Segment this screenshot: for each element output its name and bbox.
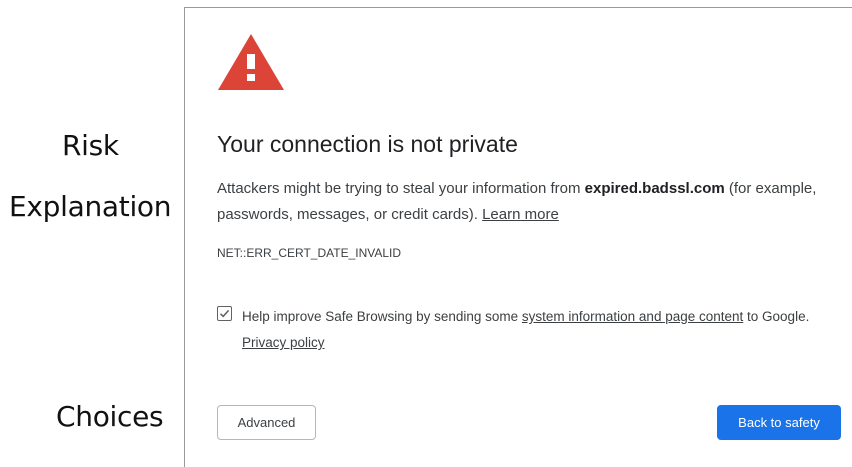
warning-triangle-icon — [218, 34, 284, 90]
safe-browsing-prefix: Help improve Safe Browsing by sending so… — [242, 309, 522, 324]
safe-browsing-checkbox[interactable] — [217, 306, 232, 321]
error-code: NET::ERR_CERT_DATE_INVALID — [217, 246, 402, 260]
advanced-button[interactable]: Advanced — [217, 405, 316, 440]
page-title: Your connection is not private — [217, 131, 518, 157]
privacy-policy-link[interactable]: Privacy policy — [242, 335, 325, 350]
learn-more-link[interactable]: Learn more — [482, 206, 559, 223]
safe-browsing-text: Help improve Safe Browsing by sending so… — [242, 304, 852, 356]
system-info-link[interactable]: system information and page content — [522, 309, 743, 324]
annotation-explanation: Explanation — [9, 190, 172, 223]
checkmark-icon — [219, 309, 230, 318]
back-to-safety-button[interactable]: Back to safety — [717, 405, 841, 440]
risk-explanation: Attackers might be trying to steal your … — [217, 176, 837, 228]
explanation-prefix: Attackers might be trying to steal your … — [217, 180, 585, 197]
annotation-risk: Risk — [62, 129, 119, 162]
screenshot-page: Risk Explanation Choices Your connection… — [0, 0, 852, 467]
site-domain: expired.badssl.com — [584, 180, 725, 197]
annotation-choices: Choices — [56, 400, 164, 433]
interstitial-page: Your connection is not private Attackers… — [184, 7, 852, 467]
safe-browsing-suffix: to Google. — [743, 309, 810, 324]
